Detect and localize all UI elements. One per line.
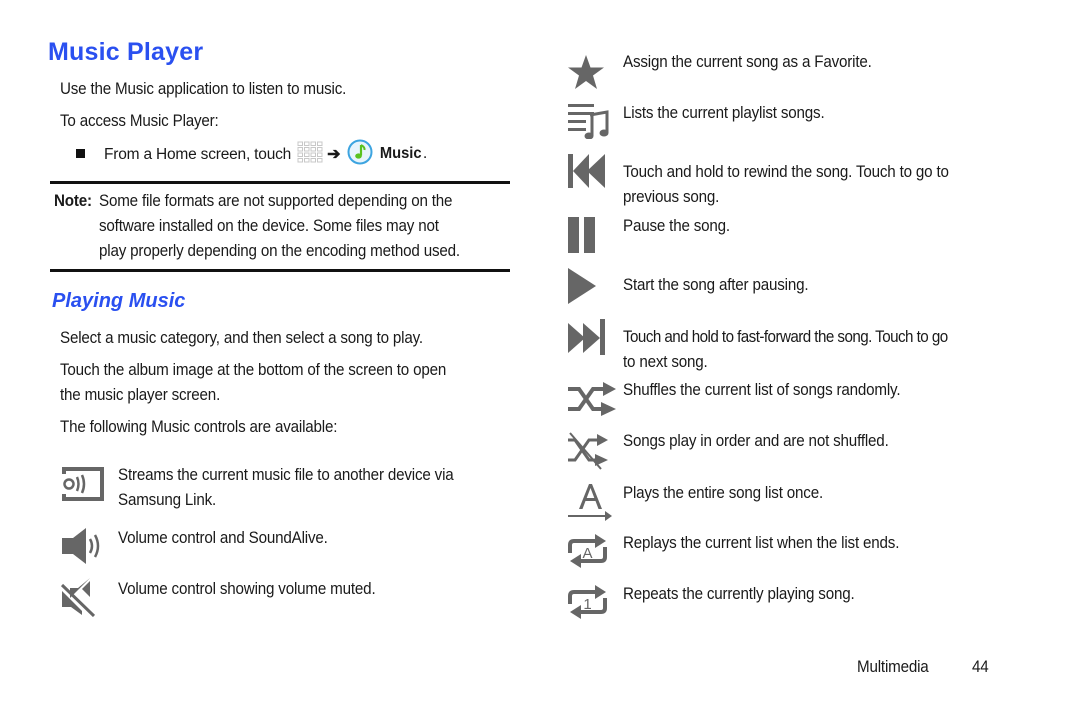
control-shuffle-off [567, 432, 613, 477]
control-description: Lists the current playlist songs. [623, 104, 825, 122]
control-play-once [567, 481, 613, 526]
access-label: To access Music Player: [60, 112, 219, 130]
control-description: previous song. [623, 188, 720, 206]
shuffle-off-icon [568, 432, 608, 470]
control-shuffle-on [567, 381, 619, 424]
svg-text:A: A [582, 545, 592, 562]
control-volume-muted [60, 577, 100, 622]
arrow-symbol: ➔ [327, 146, 341, 163]
volume-icon [62, 528, 100, 564]
section-title: Playing Music [52, 290, 186, 312]
page-number: 44 [972, 658, 989, 676]
note-top-rule [50, 181, 510, 184]
svg-text:1: 1 [583, 596, 591, 613]
control-description: Volume control and SoundAlive. [118, 529, 328, 547]
control-description: Pause the song. [623, 217, 730, 235]
control-description: Touch and hold to fast-forward the song.… [623, 328, 948, 346]
rewind-icon [568, 154, 605, 188]
volume-muted-icon [60, 578, 96, 618]
paragraph: Touch the album image at the bottom of t… [60, 361, 447, 379]
fast-forward-icon [568, 319, 605, 355]
paragraph: Select a music category, and then select… [60, 329, 423, 347]
footer-section: Multimedia [857, 658, 929, 676]
note-bottom-rule [50, 269, 510, 272]
note-line: play properly depending on the encoding … [99, 242, 460, 260]
control-description: Start the song after pausing. [623, 276, 809, 294]
control-description: Streams the current music file to anothe… [118, 466, 454, 484]
note-label: Note: [54, 192, 92, 210]
control-repeat-all: A [567, 533, 609, 576]
control-fast-forward [567, 318, 607, 361]
samsung-link-icon [62, 467, 104, 501]
control-pause [567, 216, 597, 259]
playlist-icon [568, 104, 609, 140]
control-description: Assign the current song as a Favorite. [623, 53, 872, 71]
access-step: From a Home screen, touch ➔ Music . [104, 139, 428, 170]
pause-icon [568, 217, 595, 253]
control-favorite [567, 54, 605, 95]
step-prefix: From a Home screen, touch [104, 145, 292, 163]
music-app-icon [347, 139, 373, 170]
control-description: Samsung Link. [118, 491, 217, 509]
control-description: Plays the entire song list once. [623, 484, 823, 502]
control-description: to next song. [623, 353, 708, 371]
control-playlist [567, 103, 609, 144]
control-description: Replays the current list when the list e… [623, 534, 900, 552]
repeat-one-icon: 1 [568, 585, 607, 619]
control-description: Shuffles the current list of songs rando… [623, 381, 901, 399]
note-line: Some file formats are not supported depe… [99, 192, 453, 210]
bullet [76, 149, 85, 158]
control-repeat-one: 1 [567, 584, 609, 627]
control-description: Songs play in order and are not shuffled… [623, 432, 889, 450]
favorite-star-icon [568, 55, 604, 89]
apps-grid-icon [297, 141, 323, 168]
paragraph: the music player screen. [60, 386, 221, 404]
control-volume [60, 527, 106, 570]
intro-text: Use the Music application to listen to m… [60, 80, 347, 98]
page-title: Music Player [48, 38, 204, 66]
control-play [567, 267, 597, 310]
play-icon [568, 268, 596, 304]
control-rewind [567, 153, 607, 194]
note-line: software installed on the device. Some f… [99, 217, 439, 235]
play-once-icon [568, 484, 612, 521]
control-description: Volume control showing volume muted. [118, 580, 376, 598]
step-suffix: . [422, 145, 428, 162]
control-description: Touch and hold to rewind the song. Touch… [623, 163, 949, 181]
music-app-label: Music [379, 145, 422, 162]
control-description: Repeats the currently playing song. [623, 585, 855, 603]
shuffle-on-icon [568, 382, 616, 416]
paragraph: The following Music controls are availab… [60, 418, 338, 436]
repeat-all-icon: A [568, 534, 607, 568]
